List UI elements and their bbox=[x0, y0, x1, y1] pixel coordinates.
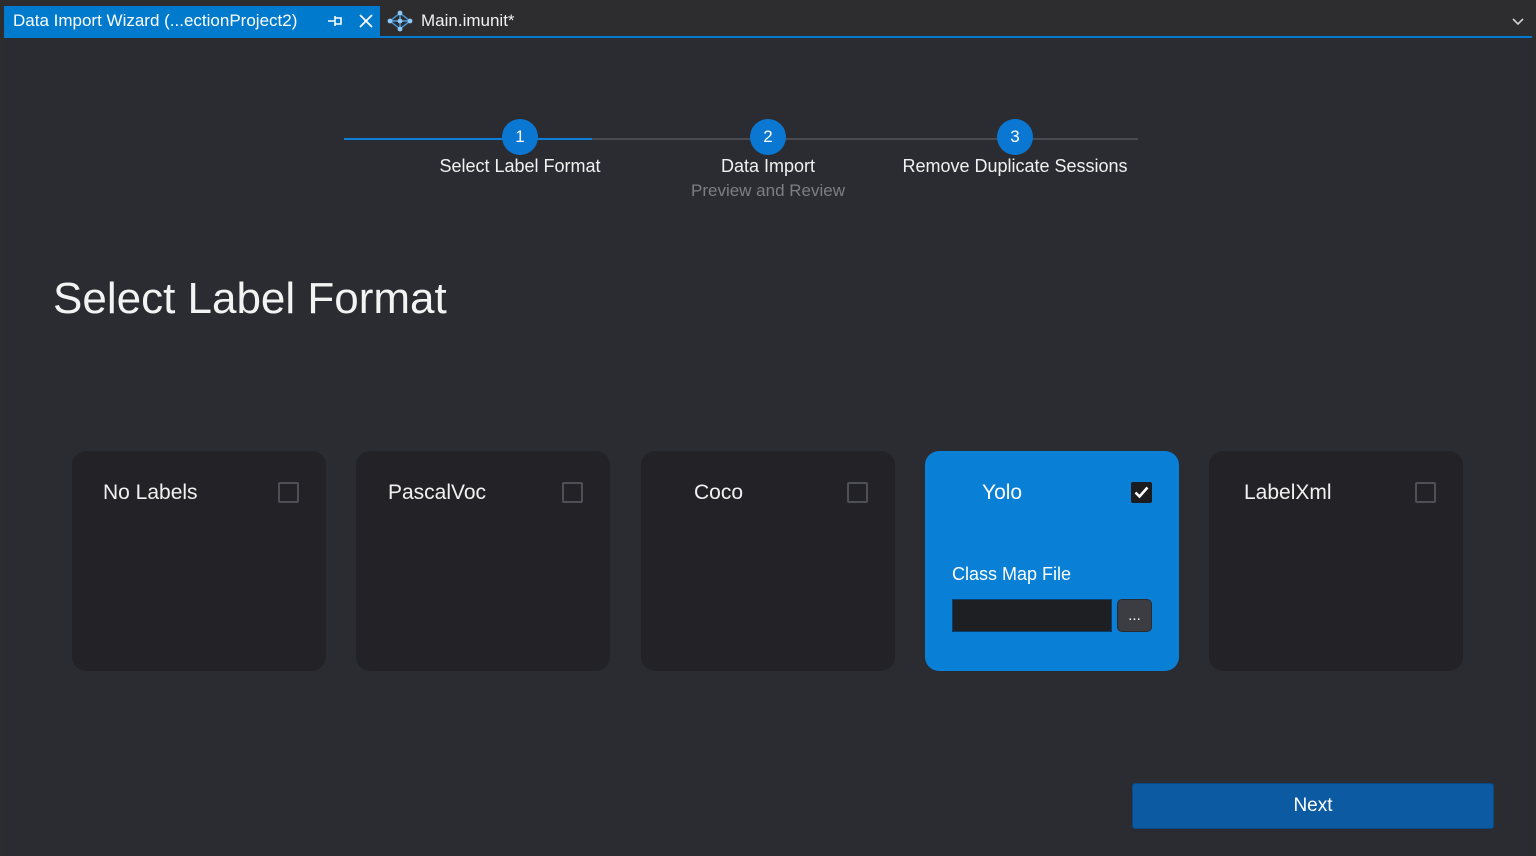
format-card-coco[interactable]: Coco bbox=[641, 451, 895, 671]
format-card-label: Yolo bbox=[982, 481, 1023, 504]
tab-title: Main.imunit* bbox=[421, 11, 515, 30]
format-checkbox[interactable] bbox=[1415, 482, 1436, 503]
format-card-label: No Labels bbox=[103, 481, 198, 504]
pin-icon[interactable] bbox=[326, 12, 344, 30]
step-3-circle[interactable]: 3 bbox=[997, 119, 1033, 155]
step-2-sublabel: Preview and Review bbox=[690, 181, 846, 200]
tab-data-import-wizard[interactable]: Data Import Wizard (...ectionProject2) bbox=[4, 6, 380, 36]
format-checkbox[interactable] bbox=[278, 482, 299, 503]
step-track-line bbox=[592, 138, 1138, 140]
format-card-yolo[interactable]: Yolo Class Map File ... bbox=[925, 451, 1179, 671]
tab-main-imunit[interactable]: Main.imunit* bbox=[386, 6, 515, 36]
format-card-pascalvoc[interactable]: PascalVoc bbox=[356, 451, 610, 671]
format-card-no-labels[interactable]: No Labels bbox=[72, 451, 326, 671]
format-card-label: Coco bbox=[694, 481, 744, 504]
browse-button[interactable]: ... bbox=[1117, 599, 1152, 632]
class-map-file-label: Class Map File bbox=[952, 564, 1072, 584]
step-1-label: Select Label Format bbox=[439, 156, 601, 176]
step-progress-line bbox=[344, 138, 592, 140]
step-2-label: Data Import bbox=[720, 156, 816, 176]
network-diagram-icon bbox=[386, 9, 414, 33]
page-title: Select Label Format bbox=[53, 274, 447, 323]
chevron-down-icon[interactable] bbox=[1508, 12, 1528, 32]
step-1-circle[interactable]: 1 bbox=[502, 119, 538, 155]
format-checkbox[interactable] bbox=[847, 482, 868, 503]
step-2-circle[interactable]: 2 bbox=[750, 119, 786, 155]
close-icon[interactable] bbox=[356, 11, 376, 31]
document-tab-bar: Data Import Wizard (...ectionProject2) M… bbox=[0, 0, 1536, 40]
format-checkbox[interactable] bbox=[562, 482, 583, 503]
format-checkbox-checked[interactable] bbox=[1131, 482, 1152, 503]
step-3-label: Remove Duplicate Sessions bbox=[902, 156, 1128, 176]
class-map-file-input[interactable] bbox=[952, 599, 1112, 632]
format-card-labelxml[interactable]: LabelXml bbox=[1209, 451, 1463, 671]
next-button[interactable]: Next bbox=[1132, 783, 1494, 829]
format-card-label: PascalVoc bbox=[388, 481, 487, 504]
checkmark-icon bbox=[1134, 486, 1149, 499]
format-card-label: LabelXml bbox=[1244, 481, 1332, 504]
tab-title: Data Import Wizard (...ectionProject2) bbox=[13, 11, 298, 30]
